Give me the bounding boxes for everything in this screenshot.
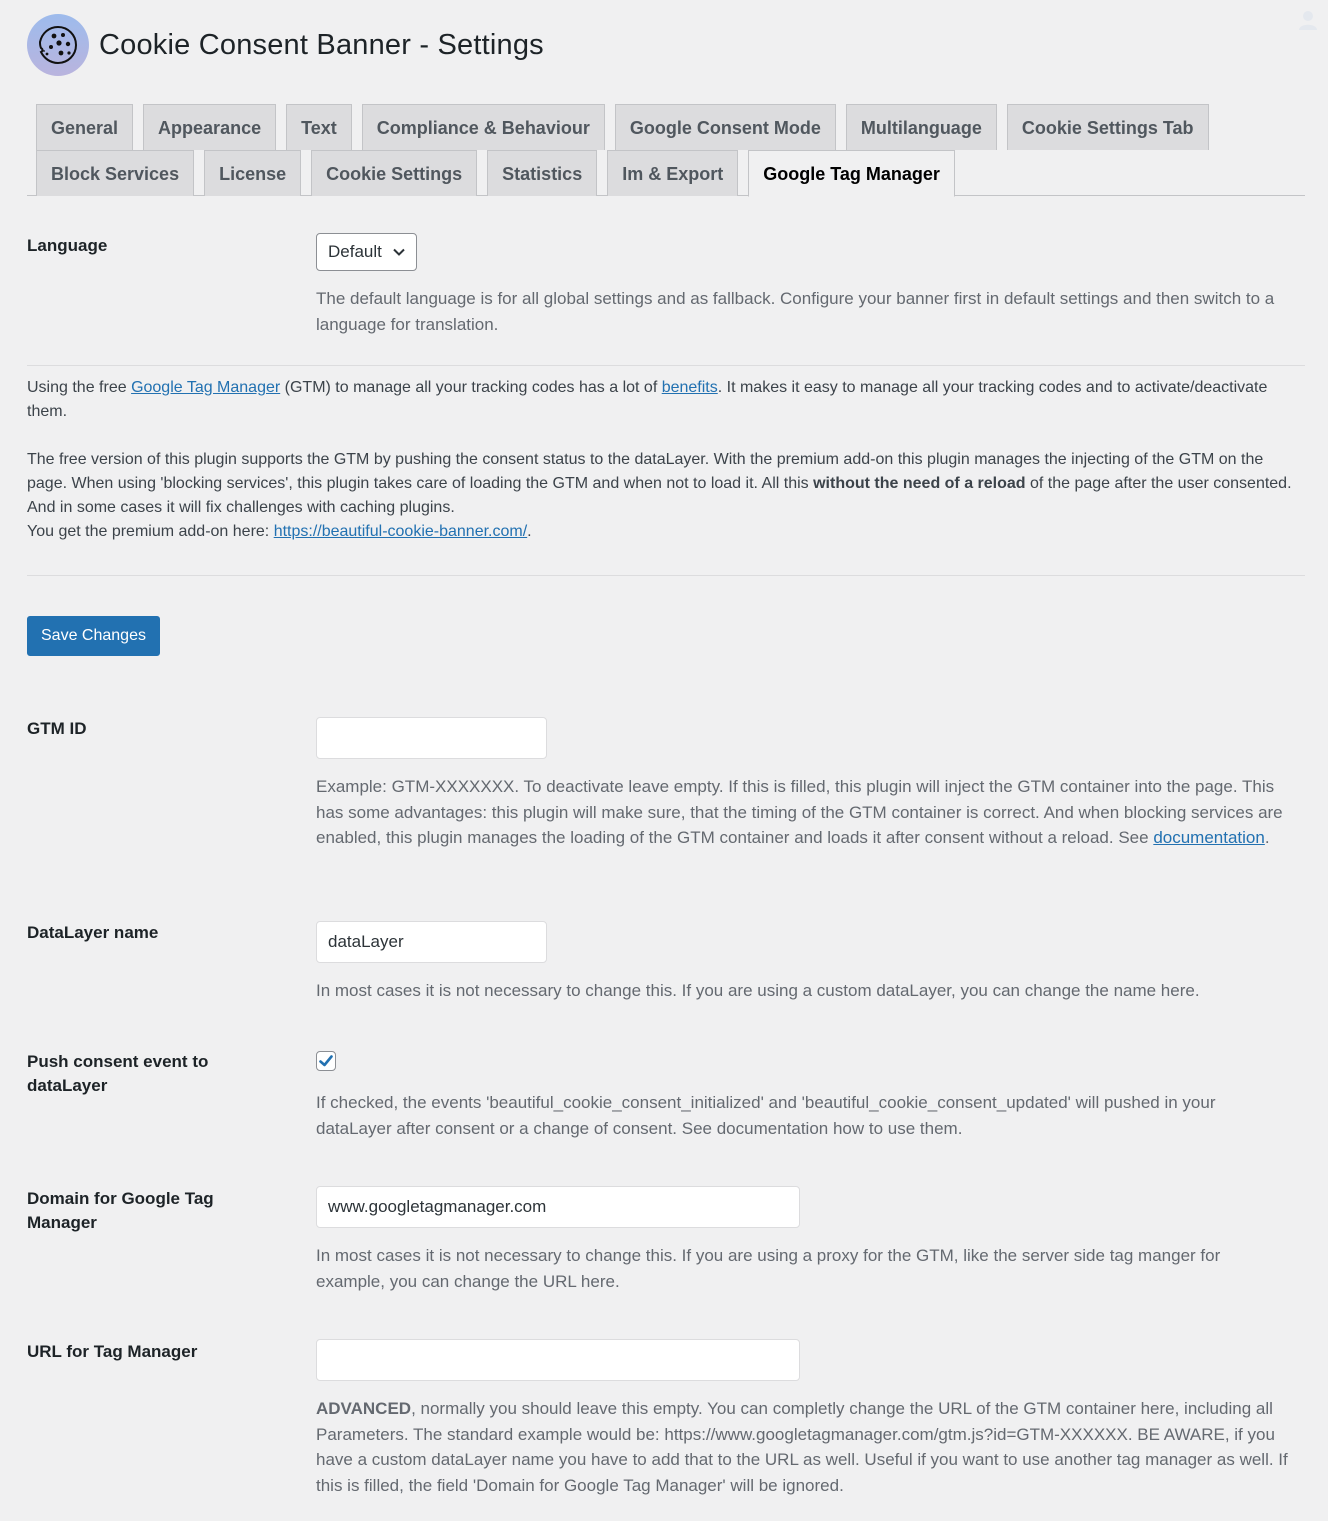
- tab-cookie-settings-tab[interactable]: Cookie Settings Tab: [1006, 104, 1209, 150]
- google-tag-manager-link[interactable]: Google Tag Manager: [131, 379, 280, 396]
- tab-statistics[interactable]: Statistics: [487, 150, 598, 196]
- push-consent-description: If checked, the events 'beautiful_cookie…: [316, 1093, 1216, 1138]
- premium-addon-link[interactable]: https://beautiful-cookie-banner.com/: [274, 523, 527, 540]
- tab-multilanguage[interactable]: Multilanguage: [845, 104, 997, 150]
- tab-license[interactable]: License: [204, 150, 302, 196]
- tab-im-export[interactable]: Im & Export: [607, 150, 739, 196]
- gtm-domain-input[interactable]: [316, 1186, 800, 1228]
- cookie-icon: [27, 14, 89, 76]
- page-title: Cookie Consent Banner - Settings: [99, 28, 544, 61]
- benefits-link[interactable]: benefits: [662, 379, 718, 396]
- datalayer-name-description: In most cases it is not necessary to cha…: [316, 981, 1200, 1000]
- user-avatar-icon[interactable]: [1296, 8, 1320, 32]
- gtm-id-input[interactable]: [316, 717, 547, 759]
- gtm-url-label: URL for Tag Manager: [27, 1342, 198, 1361]
- intro-paragraph-1: Using the free Google Tag Manager (GTM) …: [27, 379, 1268, 420]
- tab-block-services[interactable]: Block Services: [36, 150, 195, 196]
- tab-appearance[interactable]: Appearance: [143, 104, 277, 150]
- tab-row-2: Block Services License Cookie Settings S…: [36, 150, 965, 197]
- datalayer-name-label: DataLayer name: [27, 923, 159, 942]
- tab-google-consent-mode[interactable]: Google Consent Mode: [614, 104, 836, 150]
- tab-cookie-settings[interactable]: Cookie Settings: [311, 150, 478, 196]
- tab-general[interactable]: General: [36, 104, 134, 150]
- tab-text[interactable]: Text: [286, 104, 352, 150]
- documentation-link[interactable]: documentation: [1153, 828, 1265, 847]
- tab-google-tag-manager[interactable]: Google Tag Manager: [748, 150, 955, 197]
- gtm-url-description: ADVANCED, normally you should leave this…: [316, 1399, 1288, 1495]
- settings-tabs: General Appearance Text Compliance & Beh…: [27, 104, 1305, 197]
- push-consent-label: Push consent event to dataLayer: [27, 1052, 209, 1095]
- divider: [27, 365, 1305, 366]
- page-header: Cookie Consent Banner - Settings: [27, 14, 544, 76]
- language-select[interactable]: Default: [316, 233, 417, 271]
- gtm-id-label: GTM ID: [27, 719, 87, 738]
- divider: [27, 575, 1305, 576]
- language-select-value: Default: [328, 242, 382, 261]
- language-label: Language: [27, 236, 108, 255]
- push-consent-checkbox[interactable]: [316, 1051, 336, 1071]
- gtm-domain-label: Domain for Google Tag Manager: [27, 1189, 214, 1232]
- language-description: The default language is for all global s…: [316, 289, 1275, 334]
- datalayer-name-input[interactable]: [316, 921, 547, 963]
- gtm-intro: Using the free Google Tag Manager (GTM) …: [27, 376, 1307, 544]
- intro-paragraph-2: The free version of this plugin supports…: [27, 451, 1292, 516]
- tab-row-1: General Appearance Text Compliance & Beh…: [36, 104, 1219, 150]
- chevron-down-icon: [393, 248, 405, 256]
- checkmark-icon: [319, 1055, 333, 1067]
- intro-paragraph-3: You get the premium add-on here: https:/…: [27, 523, 532, 540]
- gtm-id-description: Example: GTM-XXXXXXX. To deactivate leav…: [316, 777, 1283, 847]
- gtm-url-input[interactable]: [316, 1339, 800, 1381]
- save-changes-button[interactable]: Save Changes: [27, 616, 160, 656]
- gtm-domain-description: In most cases it is not necessary to cha…: [316, 1246, 1221, 1291]
- tab-compliance-behaviour[interactable]: Compliance & Behaviour: [361, 104, 605, 150]
